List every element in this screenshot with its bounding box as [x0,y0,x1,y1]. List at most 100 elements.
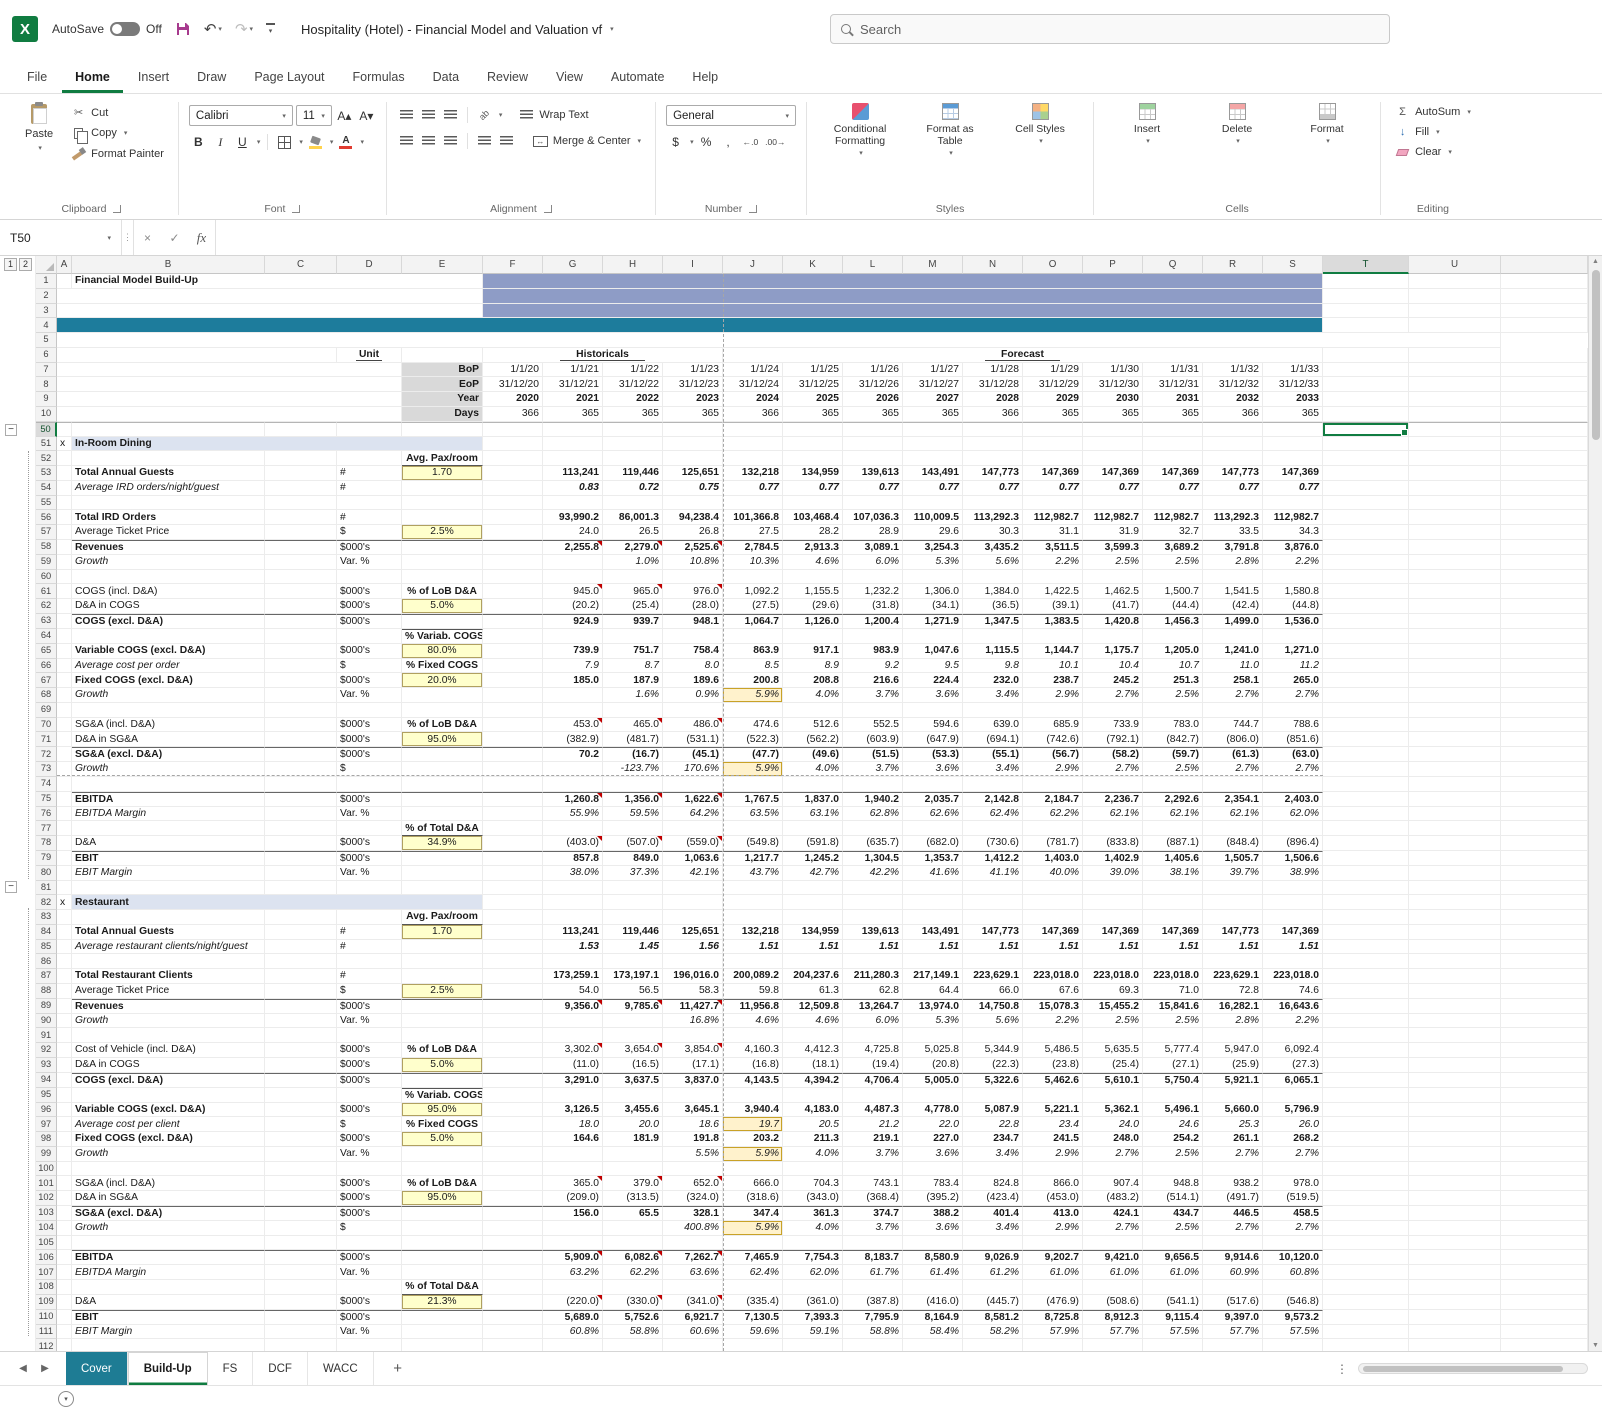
cell-O72[interactable]: (56.7) [1023,747,1083,762]
cell-Q59[interactable]: 2.5% [1143,555,1203,570]
input-cell-E93[interactable]: 5.0% [402,1058,483,1073]
cell-Q76[interactable]: 62.1% [1143,807,1203,822]
cell-I56[interactable]: 94,238.4 [663,510,723,525]
row-label[interactable]: Variable COGS (excl. D&A) [72,1103,265,1118]
cell-R79[interactable]: 1,505.7 [1203,851,1263,866]
cell-S89[interactable]: 16,643.6 [1263,999,1323,1014]
fill-color-button[interactable] [306,132,325,152]
row-label[interactable] [72,954,265,969]
row-header-65[interactable]: 65 [36,644,57,659]
cell-P84[interactable]: 147,369 [1083,925,1143,940]
cell-L90[interactable]: 6.0% [843,1014,903,1029]
cell-M85[interactable]: 1.51 [903,940,963,955]
cell-I81[interactable] [663,881,723,896]
cell-N77[interactable] [963,821,1023,836]
cell-Q57[interactable]: 32.7 [1143,525,1203,540]
unit-cell[interactable]: # [337,925,402,940]
cell-Q100[interactable] [1143,1162,1203,1177]
cell-S91[interactable] [1263,1028,1323,1043]
cell-Q84[interactable]: 147,369 [1143,925,1203,940]
cell-H109[interactable]: (330.0) [603,1295,663,1310]
cell-G110[interactable]: 5,689.0 [543,1310,603,1325]
cell-K62[interactable]: (29.6) [783,599,843,614]
cell-S101[interactable]: 978.0 [1263,1176,1323,1191]
cell-Q53[interactable]: 147,369 [1143,466,1203,481]
row-label[interactable]: COGS (excl. D&A) [72,614,265,629]
cell-K66[interactable]: 8.9 [783,659,843,674]
cell-N82[interactable] [963,895,1023,910]
cell-G105[interactable] [543,1236,603,1251]
cell-Q65[interactable]: 1,205.0 [1143,644,1203,659]
cell-L53[interactable]: 139,613 [843,466,903,481]
cell-M92[interactable]: 5,025.8 [903,1043,963,1058]
cell-P105[interactable] [1083,1236,1143,1251]
cell-L98[interactable]: 219.1 [843,1132,903,1147]
cell-J67[interactable]: 200.8 [723,673,783,688]
cell-P58[interactable]: 3,599.3 [1083,540,1143,555]
cell-M82[interactable] [903,895,963,910]
cell-M109[interactable]: (416.0) [903,1295,963,1310]
cell-R108[interactable] [1203,1280,1263,1295]
row-header-109[interactable]: 109 [36,1295,57,1310]
cell-K94[interactable]: 4,394.2 [783,1073,843,1088]
row-header-103[interactable]: 103 [36,1206,57,1221]
cell-N78[interactable]: (730.6) [963,836,1023,851]
vertical-scrollbar-thumb[interactable] [1592,270,1600,440]
cell-P70[interactable]: 733.9 [1083,718,1143,733]
cell-N106[interactable]: 9,026.9 [963,1250,1023,1265]
cell-L101[interactable]: 743.1 [843,1176,903,1191]
row-header-1[interactable]: 1 [36,274,57,289]
sheet-tab-dcf[interactable]: DCF [253,1352,308,1385]
cell-L84[interactable]: 139,613 [843,925,903,940]
cell-O82[interactable] [1023,895,1083,910]
cell-O96[interactable]: 5,221.1 [1023,1103,1083,1118]
unit-cell[interactable]: Var. % [337,688,402,703]
cell[interactable] [57,999,72,1014]
cell-K90[interactable]: 4.6% [783,1014,843,1029]
cell-N69[interactable] [963,703,1023,718]
cell-P56[interactable]: 112,982.7 [1083,510,1143,525]
row-header-99[interactable]: 99 [36,1147,57,1162]
cell-N110[interactable]: 8,581.2 [963,1310,1023,1325]
cell-S63[interactable]: 1,536.0 [1263,614,1323,629]
cell-K53[interactable]: 134,959 [783,466,843,481]
cell[interactable]: 1/1/28 [963,363,1023,378]
cell-N102[interactable]: (423.4) [963,1191,1023,1206]
row-header-4[interactable]: 4 [36,318,57,333]
cell-N51[interactable] [963,437,1023,452]
cell[interactable] [57,1043,72,1058]
cell-O99[interactable]: 2.9% [1023,1147,1083,1162]
cell-R101[interactable]: 938.2 [1203,1176,1263,1191]
cell-L63[interactable]: 1,200.4 [843,614,903,629]
cell-I93[interactable]: (17.1) [663,1058,723,1073]
cell-J93[interactable]: (16.8) [723,1058,783,1073]
row-header-75[interactable]: 75 [36,792,57,807]
cell-G70[interactable]: 453.0 [543,718,603,733]
formula-input[interactable] [215,220,1602,255]
name-box-resize-handle[interactable]: ⋮ [122,220,134,255]
cell-I51[interactable] [663,437,723,452]
cell-I69[interactable] [663,703,723,718]
cell-L106[interactable]: 8,183.7 [843,1250,903,1265]
cell-S50[interactable] [1263,422,1323,437]
cell[interactable]: 366 [1203,407,1263,422]
cell-O87[interactable]: 223,018.0 [1023,969,1083,984]
cell-K87[interactable]: 204,237.6 [783,969,843,984]
cell-J56[interactable]: 101,366.8 [723,510,783,525]
cell-S67[interactable]: 265.0 [1263,673,1323,688]
cell-O77[interactable] [1023,821,1083,836]
column-header-U[interactable]: U [1409,256,1501,274]
cell-N94[interactable]: 5,322.6 [963,1073,1023,1088]
row-label[interactable]: EBIT Margin [72,1325,265,1340]
assumption-label[interactable]: Avg. Pax/room [402,910,483,925]
cell-R102[interactable]: (491.7) [1203,1191,1263,1206]
cell[interactable] [57,1310,72,1325]
cell-K96[interactable]: 4,183.0 [783,1103,843,1118]
cell-Q70[interactable]: 783.0 [1143,718,1203,733]
cell-N111[interactable]: 58.2% [963,1325,1023,1340]
cell-J68[interactable]: 5.9% [723,688,783,703]
cell-M80[interactable]: 41.6% [903,866,963,881]
copy-button[interactable]: Copy▾ [67,125,168,141]
cell-K85[interactable]: 1.51 [783,940,843,955]
cell-P93[interactable]: (25.4) [1083,1058,1143,1073]
